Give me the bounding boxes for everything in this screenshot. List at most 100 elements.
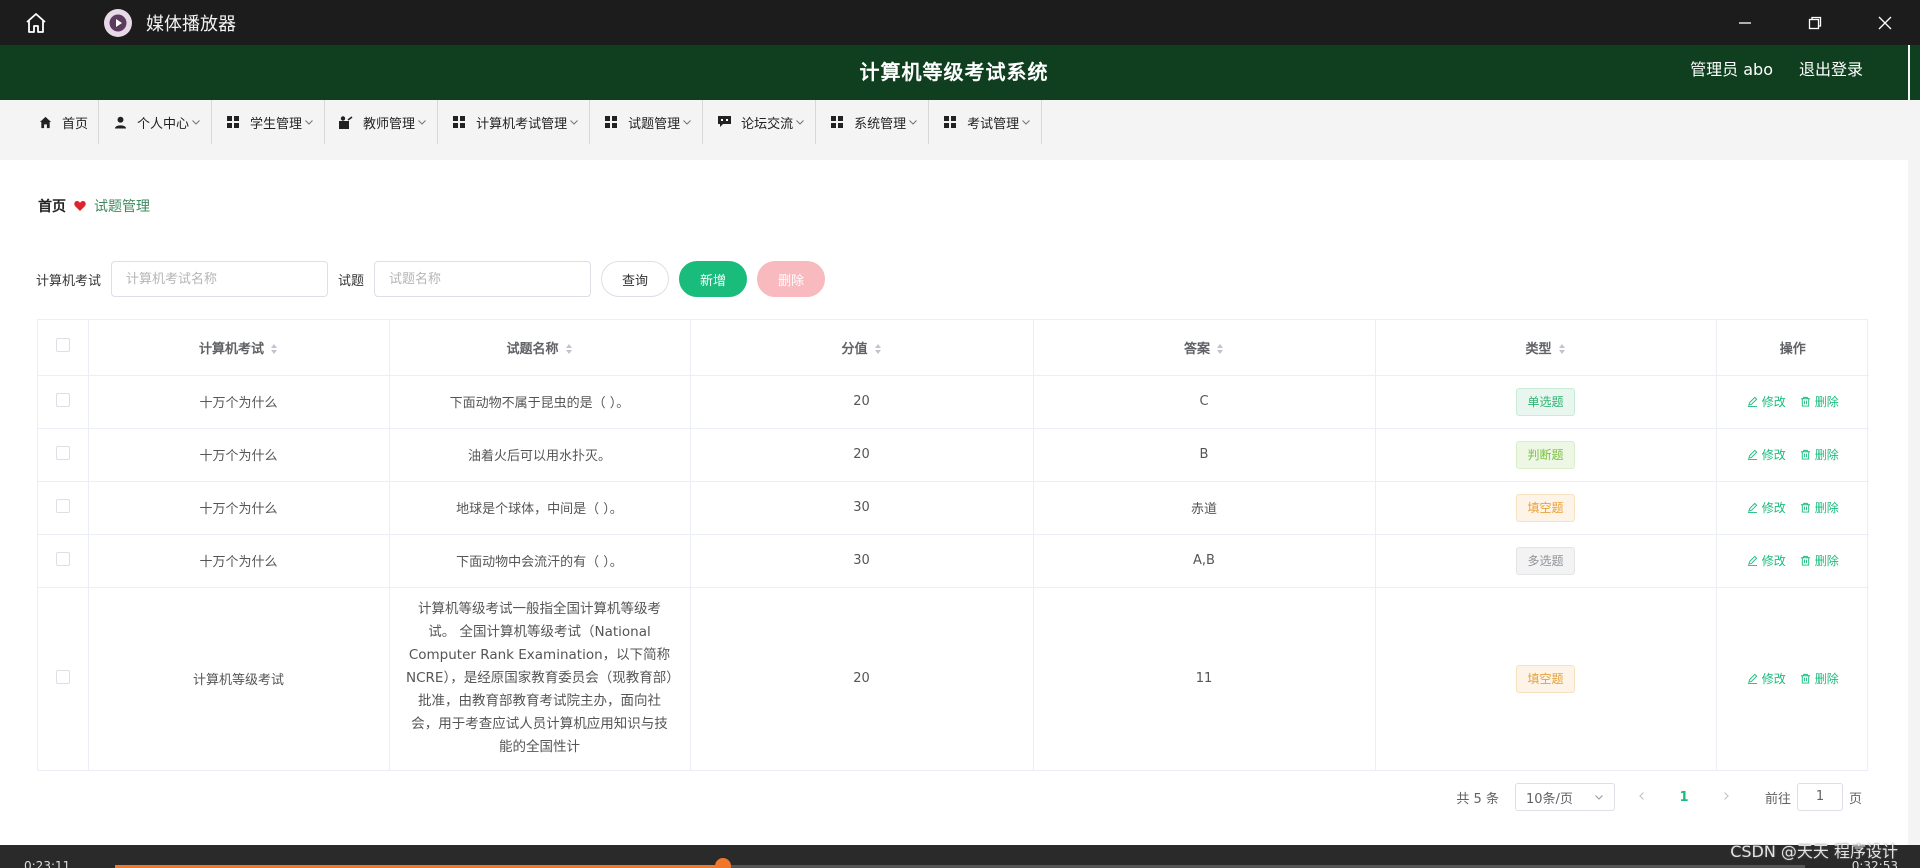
delete-button[interactable]: 删除 xyxy=(1800,446,1839,463)
chevron-down-icon xyxy=(909,120,918,125)
type-badge: 填空题 xyxy=(1516,493,1575,522)
cell-answer: C xyxy=(1033,375,1376,429)
sort-icon[interactable] xyxy=(565,343,573,355)
logout-link[interactable]: 退出登录 xyxy=(1799,45,1863,95)
column-header-answer[interactable]: 答案 xyxy=(1033,320,1376,376)
nav-item-home[interactable]: 首页 xyxy=(24,100,100,144)
exam-filter-label: 计算机考试 xyxy=(36,273,102,289)
restore-button[interactable] xyxy=(1780,0,1850,45)
goto-page-input[interactable]: 1 xyxy=(1796,783,1843,811)
edit-button[interactable]: 修改 xyxy=(1747,499,1786,516)
cell-answer: A,B xyxy=(1033,534,1376,588)
edit-icon xyxy=(1747,673,1758,685)
goto-label: 前往 xyxy=(1764,791,1791,807)
chevron-down-icon xyxy=(1022,120,1031,125)
cell-question: 地球是个球体，中间是（ ）。 xyxy=(389,481,691,535)
nav-item-teachers[interactable]: 教师管理 xyxy=(325,100,439,144)
grid-icon xyxy=(944,116,957,128)
prev-page-button[interactable] xyxy=(1627,790,1657,805)
nav-label: 学生管理 xyxy=(250,116,303,132)
seek-handle[interactable] xyxy=(715,858,732,868)
nav-label: 考试管理 xyxy=(967,116,1020,132)
page-size-select[interactable]: 10条/页 xyxy=(1514,783,1615,811)
grid-icon xyxy=(605,116,618,128)
cell-score: 20 xyxy=(690,587,1034,770)
table-row: 计算机等级考试 计算机等级考试一般指全国计算机等级考试。 全国计算机等级考试（N… xyxy=(38,587,1869,770)
nav-item-forum[interactable]: 论坛交流 xyxy=(703,100,817,144)
query-button[interactable]: 查询 xyxy=(601,261,670,297)
column-header-exam[interactable]: 计算机考试 xyxy=(88,320,390,376)
delete-button[interactable]: 删除 xyxy=(1800,393,1839,410)
nav-label: 系统管理 xyxy=(854,116,907,132)
play-icon xyxy=(109,14,127,31)
select-all-checkbox[interactable] xyxy=(55,338,70,353)
edit-button[interactable]: 修改 xyxy=(1747,552,1786,569)
row-checkbox[interactable] xyxy=(55,445,70,460)
trash-icon xyxy=(1800,555,1810,566)
edit-button[interactable]: 修改 xyxy=(1747,670,1786,687)
close-icon xyxy=(1878,16,1892,29)
nav-item-profile[interactable]: 个人中心 xyxy=(99,100,213,144)
close-button[interactable] xyxy=(1850,0,1920,45)
cell-exam: 十万个为什么 xyxy=(88,534,390,588)
minimize-icon xyxy=(1739,21,1751,24)
delete-button[interactable]: 删除 xyxy=(1800,552,1839,569)
type-badge: 判断题 xyxy=(1516,440,1575,469)
nav-label: 试题管理 xyxy=(628,116,681,132)
grid-icon xyxy=(831,116,844,128)
nav-item-students[interactable]: 学生管理 xyxy=(212,100,326,144)
batch-delete-button[interactable]: 删除 xyxy=(757,261,826,297)
breadcrumb-current: 试题管理 xyxy=(94,199,150,215)
chevron-down-icon xyxy=(570,120,578,125)
edit-button[interactable]: 修改 xyxy=(1747,393,1786,410)
chevron-down-icon xyxy=(418,120,426,125)
delete-button[interactable]: 删除 xyxy=(1800,499,1839,516)
next-page-button[interactable] xyxy=(1711,790,1741,805)
table-row: 十万个为什么 地球是个球体，中间是（ ）。 30 赤道 填空题 修改 删除 xyxy=(38,481,1869,535)
pagination: 共 5 条 10条/页 1 前往 1 页 xyxy=(1456,783,1862,811)
player-home-button[interactable] xyxy=(18,5,54,41)
add-button[interactable]: 新增 xyxy=(679,261,748,297)
breadcrumb-home[interactable]: 首页 xyxy=(38,196,66,216)
minimize-button[interactable] xyxy=(1710,0,1780,45)
home-icon xyxy=(26,12,46,33)
question-name-input[interactable] xyxy=(374,261,592,297)
column-header-score[interactable]: 分值 xyxy=(690,320,1034,376)
sort-icon[interactable] xyxy=(270,343,278,355)
restore-icon xyxy=(1808,16,1822,29)
exam-name-input[interactable] xyxy=(111,261,329,297)
edit-icon xyxy=(1747,502,1758,513)
cell-answer: 11 xyxy=(1033,587,1376,770)
sort-icon[interactable] xyxy=(874,343,882,355)
type-badge: 多选题 xyxy=(1516,546,1575,575)
app-title: 计算机等级考试系统 xyxy=(859,60,1049,84)
trash-icon xyxy=(1800,502,1810,513)
delete-button[interactable]: 删除 xyxy=(1800,670,1839,687)
row-checkbox[interactable] xyxy=(55,392,70,407)
nav-item-test[interactable]: 考试管理 xyxy=(929,100,1043,144)
column-header-actions: 操作 xyxy=(1716,320,1869,376)
sort-icon[interactable] xyxy=(1216,343,1224,355)
window-controls xyxy=(1710,0,1920,45)
cell-question: 计算机等级考试一般指全国计算机等级考试。 全国计算机等级考试（National … xyxy=(406,601,673,756)
nav-item-question-management[interactable]: 试题管理 xyxy=(590,100,704,144)
page-number-current[interactable]: 1 xyxy=(1669,790,1699,805)
column-header-type[interactable]: 类型 xyxy=(1375,320,1717,376)
nav-label: 首页 xyxy=(62,116,89,132)
question-table: 计算机考试 试题名称 分值 答案 类型 操作 十万个为什么 下面动物不属于昆虫的… xyxy=(37,319,1869,771)
media-player-titlebar: 媒体播放器 xyxy=(0,0,1920,45)
nav-item-exam-management[interactable]: 计算机考试管理 xyxy=(438,100,591,144)
search-bar: 计算机考试 试题 查询 新增 删除 xyxy=(36,261,826,297)
column-header-question[interactable]: 试题名称 xyxy=(389,320,691,376)
time-elapsed: 0:23:11 xyxy=(24,859,71,868)
question-filter-label: 试题 xyxy=(338,273,365,289)
nav-item-system[interactable]: 系统管理 xyxy=(816,100,930,144)
row-checkbox[interactable] xyxy=(55,498,70,513)
row-checkbox[interactable] xyxy=(55,669,70,684)
cell-exam: 十万个为什么 xyxy=(88,375,390,429)
sort-icon[interactable] xyxy=(1558,343,1566,355)
edit-button[interactable]: 修改 xyxy=(1747,446,1786,463)
cell-answer: B xyxy=(1033,428,1376,482)
row-checkbox[interactable] xyxy=(55,551,70,566)
trash-icon xyxy=(1800,674,1810,684)
